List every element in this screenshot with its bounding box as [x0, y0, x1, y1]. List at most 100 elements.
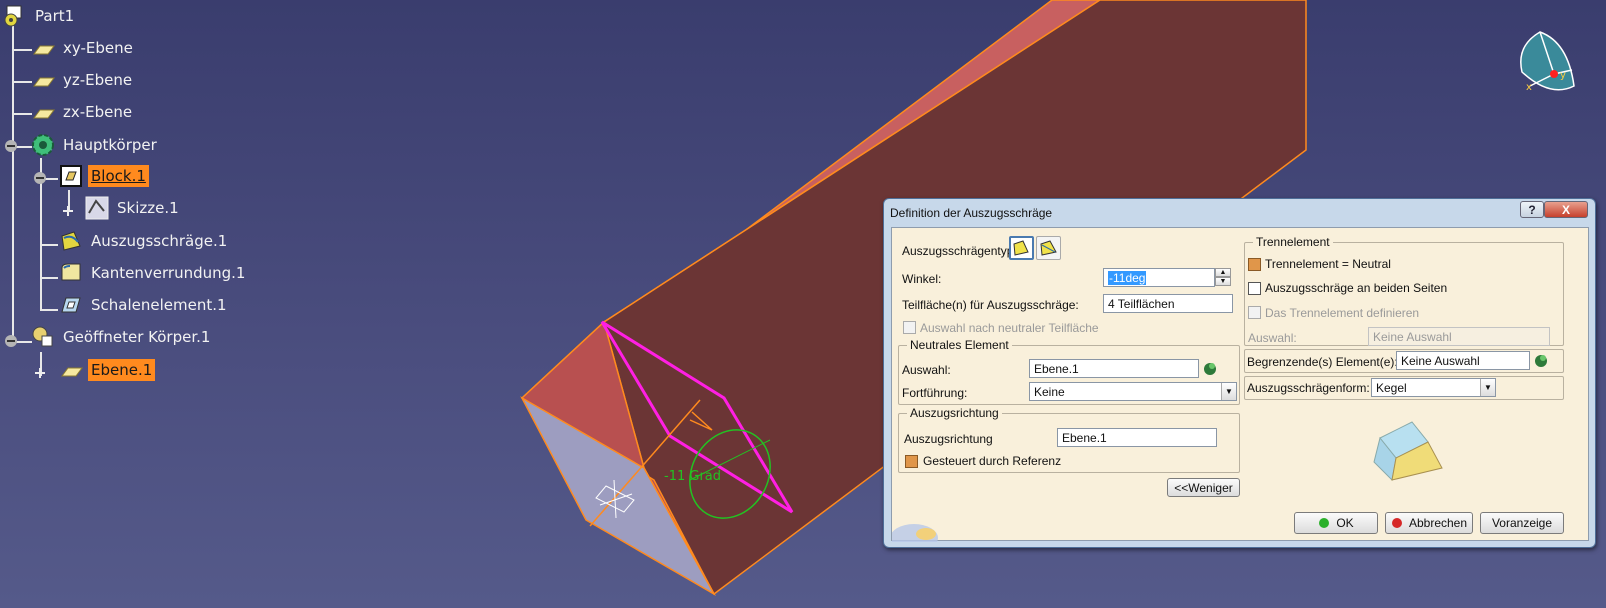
parting-selection-field[interactable]: Keine Auswahl — [1368, 327, 1550, 346]
red-dot-icon — [1391, 518, 1402, 528]
compass-red-dot — [1550, 70, 1558, 78]
ok-button[interactable]: OK — [1294, 512, 1378, 534]
angle-input[interactable]: -11deg — [1103, 268, 1215, 287]
tree-line-body-b2 — [40, 244, 58, 246]
spinner-down-icon[interactable]: ▼ — [1215, 277, 1231, 286]
ok-label: OK — [1336, 516, 1354, 530]
tree-node-plane[interactable]: Ebene.1 — [58, 357, 156, 383]
tree-node-zx-plane[interactable]: zx-Ebene — [30, 100, 135, 124]
tree-node-open-body[interactable]: Geöffneter Körper.1 — [30, 325, 213, 349]
open-body-icon — [30, 324, 56, 350]
draft-type-label: Auszugsschrägentyp: — [902, 244, 1017, 258]
propagation-label: Fortführung: — [902, 386, 968, 400]
plane-icon — [58, 357, 84, 383]
direction-label: Auszugsrichtung — [904, 432, 993, 446]
chevron-down-icon[interactable]: ▼ — [1480, 379, 1495, 396]
cancel-label: Abbrechen — [1408, 516, 1468, 530]
expand-plane[interactable] — [33, 366, 47, 380]
neutral-selection-label: Auswahl: — [902, 363, 951, 377]
tree-label-sketch: Skizze.1 — [117, 199, 179, 217]
collapse-open-body[interactable] — [4, 334, 18, 348]
direction-field[interactable]: Ebene.1 — [1057, 428, 1217, 447]
faces-field[interactable]: 4 Teilflächen — [1103, 294, 1233, 313]
both-sides-label: Auszugsschräge an beiden Seiten — [1265, 281, 1448, 295]
green-dot-icon — [1319, 518, 1330, 528]
spinner-up-icon[interactable]: ▲ — [1215, 268, 1231, 277]
tree-line-main — [12, 24, 14, 342]
tree-label-part1: Part1 — [35, 7, 75, 25]
tree-label-main-body: Hauptkörper — [63, 136, 157, 154]
tree-line-branch-1 — [12, 49, 32, 51]
tree-line-branch-2 — [12, 81, 32, 83]
form-label: Auszugsschrägenform: — [1247, 381, 1370, 395]
tree-node-sketch[interactable]: Skizze.1 — [84, 196, 182, 220]
cancel-button[interactable]: Abbrechen — [1385, 512, 1473, 534]
both-sides-checkbox[interactable] — [1248, 282, 1261, 295]
dialog-title: Definition der Auszugsschräge — [890, 206, 1053, 220]
angle-spinner[interactable]: ▲ ▼ — [1215, 268, 1231, 287]
plane-icon — [30, 35, 56, 61]
propagation-value: Keine — [1034, 385, 1065, 399]
preview-button[interactable]: Voranzeige — [1480, 512, 1564, 534]
tree-label-plane: Ebene.1 — [88, 359, 156, 381]
chevron-down-icon[interactable]: ▼ — [1221, 383, 1236, 400]
close-button[interactable]: X — [1544, 201, 1588, 218]
direction-group-title: Auszugsrichtung — [907, 406, 1002, 420]
tree-node-shell[interactable]: Schalenelement.1 — [58, 293, 230, 317]
controlled-by-reference-checkbox[interactable] — [905, 455, 918, 468]
neutral-group-title: Neutrales Element — [907, 338, 1012, 352]
compass-y-label: y — [1560, 70, 1566, 81]
tree-label-open-body: Geöffneter Körper.1 — [63, 328, 211, 346]
part-icon — [2, 3, 28, 29]
dialog-content: Auszugsschrägentyp: Winkel: -11deg ▲ ▼ T… — [891, 227, 1589, 542]
compass-widget[interactable]: x y — [1510, 26, 1582, 98]
collapse-pad[interactable] — [33, 171, 47, 185]
compass-x-label: x — [1526, 82, 1532, 93]
parting-neutral-checkbox[interactable] — [1248, 258, 1261, 271]
tree-node-pad[interactable]: Block.1 — [58, 164, 149, 188]
plane-icon — [30, 67, 56, 93]
neutral-selection-field[interactable]: Ebene.1 — [1029, 359, 1199, 378]
body-gear-icon — [30, 132, 56, 158]
propagation-dropdown[interactable]: Keine ▼ — [1029, 382, 1237, 401]
angle-label: Winkel: — [902, 272, 942, 286]
tree-node-yz-plane[interactable]: yz-Ebene — [30, 68, 135, 92]
tree-label-pad: Block.1 — [88, 165, 149, 187]
form-dropdown[interactable]: Kegel ▼ — [1371, 378, 1496, 397]
tree-line-body-b3 — [40, 277, 58, 279]
less-button[interactable]: <<Weniger — [1167, 478, 1240, 497]
tree-node-edge-fillet[interactable]: Kantenverrundung.1 — [58, 261, 248, 285]
tree-node-draft[interactable]: Auszugsschräge.1 — [58, 229, 230, 253]
tree-node-part1[interactable]: Part1 — [2, 4, 77, 28]
collapse-main-body[interactable] — [4, 139, 18, 153]
select-neutral-label: Auswahl nach neutraler Teilfläche — [920, 321, 1099, 335]
select-neutral-checkbox[interactable] — [903, 321, 916, 334]
limiting-field[interactable]: Keine Auswahl — [1396, 351, 1530, 370]
help-button[interactable]: ? — [1520, 201, 1544, 218]
draft-icon — [58, 228, 84, 254]
constant-draft-icon — [1013, 240, 1029, 256]
parting-neutral-label: Trennelement = Neutral — [1265, 257, 1391, 271]
tree-node-main-body[interactable]: Hauptkörper — [30, 133, 160, 157]
constant-draft-button[interactable] — [1009, 236, 1034, 260]
variable-draft-button[interactable] — [1036, 236, 1061, 260]
form-value: Kegel — [1376, 381, 1407, 395]
limiting-picker-icon[interactable] — [1533, 352, 1550, 369]
shell-icon — [58, 292, 84, 318]
tree-line-branch-3 — [12, 113, 32, 115]
dialog-titlebar[interactable]: Definition der Auszugsschräge — [884, 199, 1595, 227]
pad-icon — [58, 163, 84, 189]
angle-input-value: -11deg — [1108, 271, 1147, 285]
draft-preview-illustration — [1373, 421, 1443, 482]
draft-definition-dialog[interactable]: Definition der Auszugsschräge ? X Auszug… — [883, 198, 1596, 548]
faces-label: Teilfläche(n) für Auszugsschräge: — [902, 298, 1079, 312]
controlled-label: Gesteuert durch Referenz — [923, 454, 1062, 468]
define-parting-checkbox[interactable] — [1248, 306, 1261, 319]
tree-line-body-b4 — [40, 309, 58, 311]
tree-label-yz-plane: yz-Ebene — [63, 71, 133, 89]
tree-label-shell: Schalenelement.1 — [91, 296, 227, 314]
tree-node-xy-plane[interactable]: xy-Ebene — [30, 36, 136, 60]
neutral-selection-picker-icon[interactable] — [1202, 360, 1219, 377]
tree-label-draft: Auszugsschräge.1 — [91, 232, 228, 250]
expand-sketch[interactable] — [61, 204, 75, 218]
